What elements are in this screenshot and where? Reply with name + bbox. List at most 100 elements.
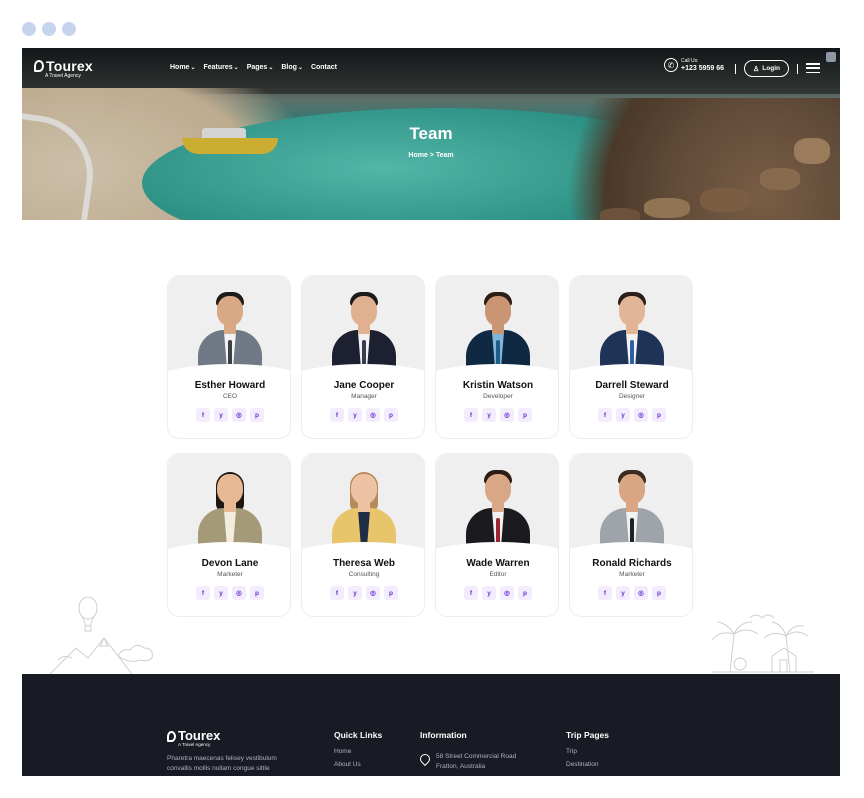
- footer-logo[interactable]: Tourex A Travel Agency: [167, 729, 220, 747]
- footer-link-home[interactable]: Home: [334, 748, 382, 755]
- browser-window: Tourex A Travel Agency Home⌄ Features⌄ P…: [0, 0, 864, 798]
- window-dot-icon[interactable]: [22, 22, 36, 36]
- footer-description: Pharetra maecenas felisey vestibulum con…: [167, 755, 277, 772]
- facebook-icon[interactable]: f: [464, 586, 478, 600]
- divider: [797, 64, 798, 74]
- logo-mark-icon: [34, 60, 44, 72]
- team-member-role: Developer: [483, 393, 513, 400]
- logo-mark-icon: [167, 730, 176, 742]
- call-label: Call Us:: [681, 58, 699, 64]
- footer-address: 58 Street Commercial Road Fratton, Austr…: [436, 753, 517, 770]
- pinterest-icon[interactable]: p: [518, 586, 532, 600]
- instagram-icon[interactable]: ◎: [366, 408, 380, 422]
- social-links: f y ◎ p: [302, 408, 424, 422]
- team-member-role: Designer: [618, 393, 645, 400]
- pinterest-icon[interactable]: p: [652, 408, 666, 422]
- twitter-icon[interactable]: y: [482, 586, 496, 600]
- twitter-icon[interactable]: y: [616, 408, 630, 422]
- team-member-photo: [570, 276, 692, 376]
- beach-hut-sketch-icon: [711, 614, 814, 673]
- team-member-card[interactable]: Kristin Watson Developer f y ◎ p: [435, 275, 559, 439]
- location-pin-icon: [417, 751, 433, 767]
- twitter-icon[interactable]: y: [482, 408, 496, 422]
- nav-item-blog[interactable]: Blog⌄: [281, 64, 303, 71]
- team-member-name[interactable]: Kristin Watson: [436, 380, 558, 391]
- twitter-icon[interactable]: y: [214, 586, 228, 600]
- team-member-card[interactable]: Devon Lane Marketer f y ◎ p: [167, 453, 291, 617]
- mountain-balloon-sketch-icon: [49, 596, 153, 675]
- twitter-icon[interactable]: y: [348, 586, 362, 600]
- window-dot-icon[interactable]: [42, 22, 56, 36]
- footer-link-destination[interactable]: Destination: [566, 761, 609, 768]
- footer-information: Information 58 Street Commercial Road Fr…: [417, 730, 517, 772]
- team-member-card[interactable]: Jane Cooper Manager f y ◎ p: [301, 275, 425, 439]
- team-member-card[interactable]: Wade Warren Editor f y ◎ p: [435, 453, 559, 617]
- team-member-card[interactable]: Theresa Web Consulting f y ◎ p: [301, 453, 425, 617]
- site-logo[interactable]: Tourex A Travel Agency: [34, 59, 93, 79]
- team-member-name[interactable]: Wade Warren: [436, 558, 558, 569]
- call-us[interactable]: ✆ Call Us: +123 5959 66: [664, 58, 724, 72]
- footer-link-trip[interactable]: Trip: [566, 748, 609, 755]
- instagram-icon[interactable]: ◎: [232, 586, 246, 600]
- social-links: f y ◎ p: [168, 408, 290, 422]
- team-member-photo: [436, 454, 558, 554]
- team-member-name[interactable]: Darrell Steward: [570, 380, 692, 391]
- instagram-icon[interactable]: ◎: [634, 586, 648, 600]
- team-member-photo: [168, 276, 290, 376]
- pinterest-icon[interactable]: p: [250, 408, 264, 422]
- team-member-card[interactable]: Ronald Richards Marketer f y ◎ p: [569, 453, 693, 617]
- team-member-name[interactable]: Esther Howard: [168, 380, 290, 391]
- breadcrumb[interactable]: Home > Team: [22, 152, 840, 159]
- trip-pages-heading: Trip Pages: [566, 730, 609, 740]
- pinterest-icon[interactable]: p: [384, 586, 398, 600]
- team-member-name[interactable]: Ronald Richards: [570, 558, 692, 569]
- footer-link-about[interactable]: About Us: [334, 761, 382, 768]
- team-member-role: Marketer: [619, 571, 645, 578]
- team-member-name[interactable]: Theresa Web: [302, 558, 424, 569]
- twitter-icon[interactable]: y: [348, 408, 362, 422]
- team-member-photo: [168, 454, 290, 554]
- facebook-icon[interactable]: f: [196, 408, 210, 422]
- nav-item-pages[interactable]: Pages⌄: [247, 64, 274, 71]
- team-member-card[interactable]: Esther Howard CEO f y ◎ p: [167, 275, 291, 439]
- login-button[interactable]: ♙ Login: [744, 60, 789, 77]
- team-grid: Esther Howard CEO f y ◎ p Jane Cooper Manager f y…: [167, 275, 693, 617]
- pinterest-icon[interactable]: p: [518, 408, 532, 422]
- instagram-icon[interactable]: ◎: [232, 408, 246, 422]
- twitter-icon[interactable]: y: [616, 586, 630, 600]
- facebook-icon[interactable]: f: [464, 408, 478, 422]
- social-links: f y ◎ p: [570, 408, 692, 422]
- instagram-icon[interactable]: ◎: [634, 408, 648, 422]
- nav-menu: Home⌄ Features⌄ Pages⌄ Blog⌄ Contact: [170, 64, 337, 71]
- facebook-icon[interactable]: f: [598, 408, 612, 422]
- hamburger-menu-icon[interactable]: [806, 63, 820, 73]
- instagram-icon[interactable]: ◎: [366, 586, 380, 600]
- main-navigation: Tourex A Travel Agency Home⌄ Features⌄ P…: [22, 48, 840, 90]
- team-member-role: Manager: [351, 393, 377, 400]
- facebook-icon[interactable]: f: [330, 408, 344, 422]
- instagram-icon[interactable]: ◎: [500, 408, 514, 422]
- page-title: Team: [409, 124, 453, 143]
- pinterest-icon[interactable]: p: [652, 586, 666, 600]
- twitter-icon[interactable]: y: [214, 408, 228, 422]
- nav-item-home[interactable]: Home⌄: [170, 64, 195, 71]
- divider: [735, 64, 736, 74]
- window-dot-icon[interactable]: [62, 22, 76, 36]
- pinterest-icon[interactable]: p: [384, 408, 398, 422]
- facebook-icon[interactable]: f: [196, 586, 210, 600]
- window-controls: [22, 22, 76, 36]
- team-member-role: Editor: [489, 571, 507, 578]
- team-member-name[interactable]: Devon Lane: [168, 558, 290, 569]
- team-member-card[interactable]: Darrell Steward Designer f y ◎ p: [569, 275, 693, 439]
- team-member-name[interactable]: Jane Cooper: [302, 380, 424, 391]
- phone-number[interactable]: +123 5959 66: [681, 65, 724, 72]
- nav-item-features[interactable]: Features⌄: [203, 64, 238, 71]
- facebook-icon[interactable]: f: [598, 586, 612, 600]
- facebook-icon[interactable]: f: [330, 586, 344, 600]
- team-member-photo: [570, 454, 692, 554]
- instagram-icon[interactable]: ◎: [500, 586, 514, 600]
- pinterest-icon[interactable]: p: [250, 586, 264, 600]
- phone-icon: ✆: [664, 58, 678, 72]
- nav-item-contact[interactable]: Contact: [311, 64, 337, 71]
- social-links: f y ◎ p: [302, 586, 424, 600]
